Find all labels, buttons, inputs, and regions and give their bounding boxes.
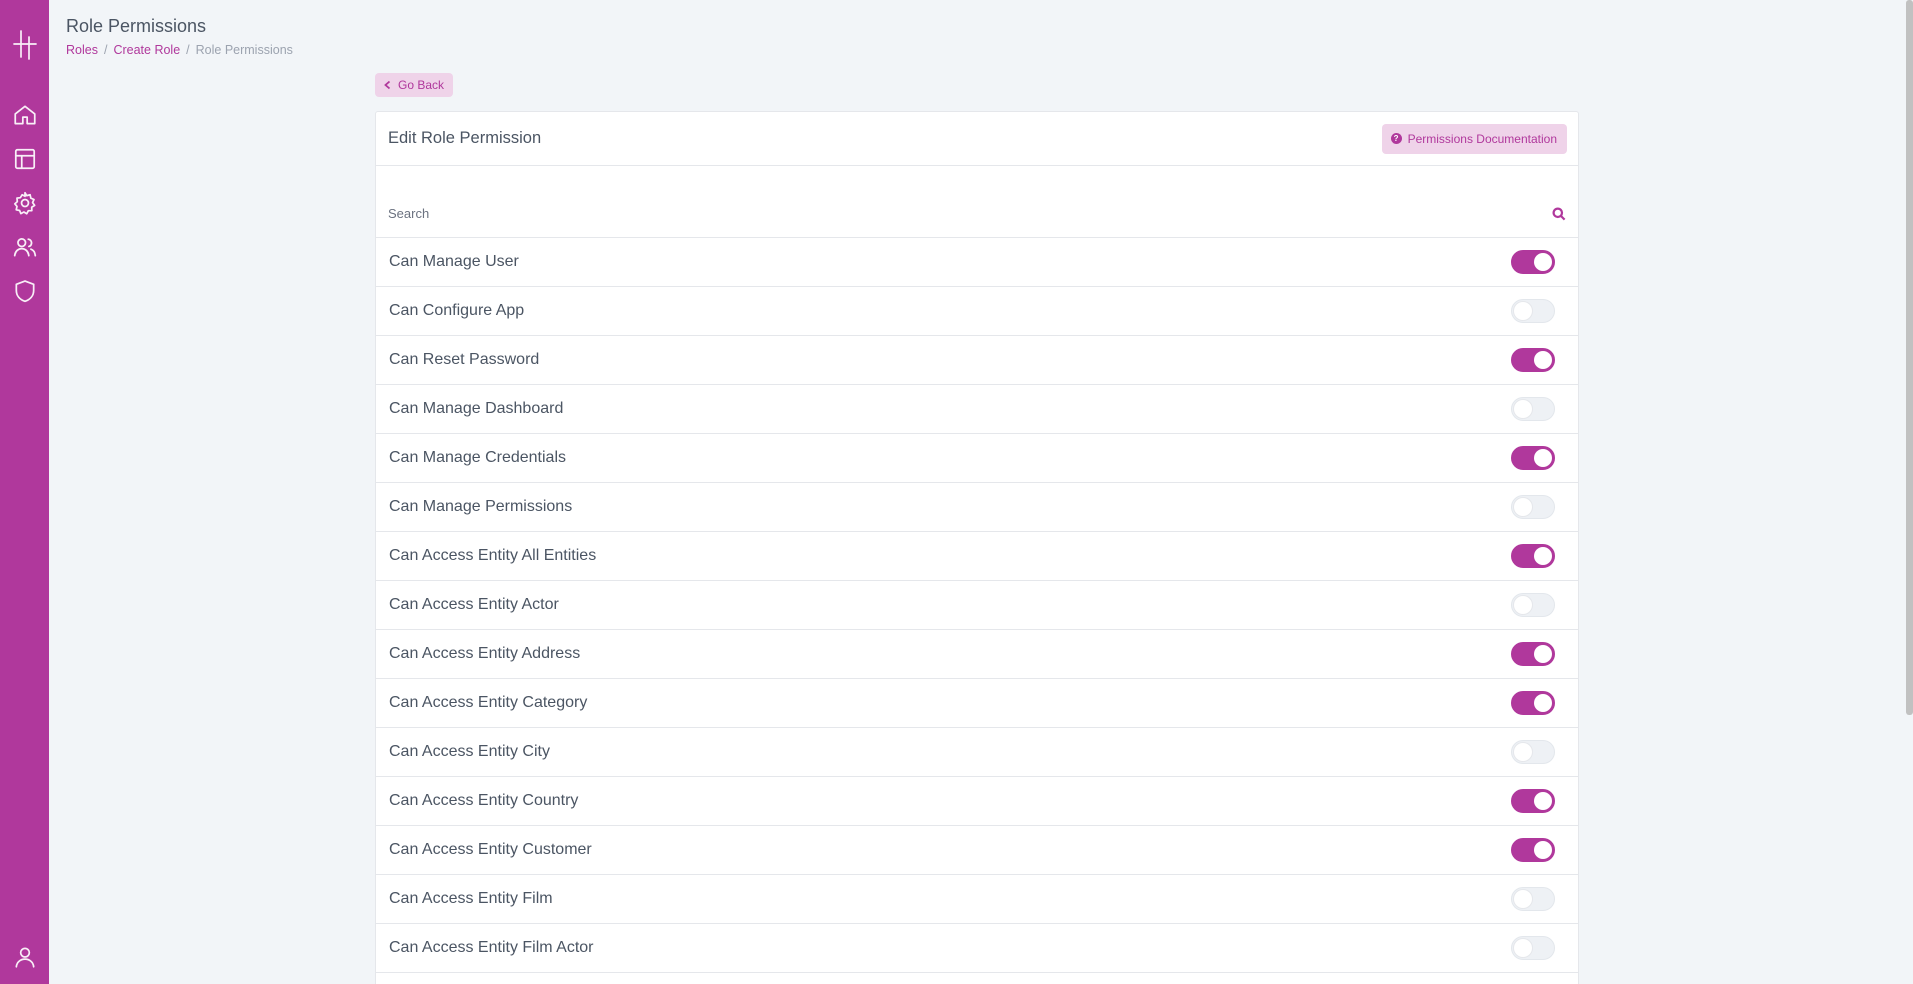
card-title: Edit Role Permission	[388, 129, 542, 147]
permission-toggle[interactable]	[1511, 446, 1555, 470]
toggle-knob	[1514, 302, 1532, 320]
toggle-knob	[1534, 645, 1552, 663]
toggle-knob	[1534, 351, 1552, 369]
permission-toggle[interactable]	[1511, 838, 1555, 862]
permissions-documentation-button[interactable]: ? Permissions Documentation	[1381, 123, 1567, 154]
permission-row: Can Access Entity Country	[376, 777, 1578, 826]
permission-row: Can Access Entity Customer	[376, 826, 1578, 875]
permission-label: Can Access Entity City	[389, 743, 550, 760]
breadcrumb: Roles / Create Role / Role Permissions	[66, 43, 293, 57]
breadcrumb-create-role-link[interactable]: Create Role	[113, 43, 180, 57]
toggle-knob	[1514, 939, 1532, 957]
breadcrumb-roles-link[interactable]: Roles	[66, 43, 98, 57]
permission-toggle[interactable]	[1511, 348, 1555, 372]
toggle-knob	[1534, 253, 1552, 271]
permission-row: Can Access Entity Address	[376, 630, 1578, 679]
shield-icon[interactable]	[12, 278, 38, 304]
permission-toggle[interactable]	[1511, 887, 1555, 911]
permission-label: Can Manage Dashboard	[389, 400, 564, 417]
app-logo[interactable]	[12, 28, 38, 60]
permission-toggle[interactable]	[1511, 789, 1555, 813]
toggle-knob	[1514, 743, 1532, 761]
page-scrollbar[interactable]	[1906, 0, 1913, 984]
permission-label: Can Reset Password	[389, 351, 540, 368]
scrollbar-thumb[interactable]	[1906, 0, 1913, 715]
permission-toggle[interactable]	[1511, 299, 1555, 323]
permission-toggle[interactable]	[1511, 495, 1555, 519]
go-back-label: Go Back	[398, 78, 445, 92]
permission-label: Can Access Entity Country	[389, 792, 579, 809]
toggle-knob	[1534, 841, 1552, 859]
permission-row: Can Access Entity Film Actor	[376, 924, 1578, 973]
toggle-knob	[1514, 596, 1532, 614]
permission-toggle[interactable]	[1511, 691, 1555, 715]
toggle-knob	[1514, 498, 1532, 516]
permission-row: Can Configure App	[376, 287, 1578, 336]
permission-toggle[interactable]	[1511, 936, 1555, 960]
breadcrumb-current: Role Permissions	[195, 43, 293, 57]
search-input[interactable]	[388, 206, 1552, 221]
question-circle-icon: ?	[1390, 133, 1402, 144]
permission-label: Can Manage Credentials	[389, 449, 566, 466]
toggle-knob	[1534, 449, 1552, 467]
chevron-left-icon	[384, 80, 391, 90]
permission-label: Can Access Entity All Entities	[389, 547, 597, 564]
breadcrumb-separator: /	[103, 43, 108, 57]
page-header: Role Permissions Roles / Create Role / Role …	[66, 16, 293, 57]
permissions-card: Edit Role Permission ? Permissions Docum…	[375, 111, 1579, 984]
table-icon[interactable]	[12, 146, 38, 172]
permission-label: Can Manage Permissions	[389, 498, 573, 515]
users-icon[interactable]	[12, 234, 38, 260]
permission-label: Can Access Entity Film	[389, 890, 553, 907]
page-title: Role Permissions	[66, 16, 207, 36]
breadcrumb-separator: /	[186, 43, 190, 57]
toggle-knob	[1514, 400, 1532, 418]
permission-row: Can Access Entity City	[376, 728, 1578, 777]
sidebar	[0, 0, 49, 984]
permission-row: Can Manage User	[376, 238, 1578, 287]
toggle-knob	[1534, 547, 1552, 565]
permission-label: Can Manage User	[389, 253, 519, 270]
search-bar	[376, 190, 1578, 238]
permission-row: Can Access Entity All Entities	[376, 532, 1578, 581]
permission-toggle[interactable]	[1511, 397, 1555, 421]
permission-toggle[interactable]	[1511, 250, 1555, 274]
permission-toggle[interactable]	[1511, 740, 1555, 764]
permission-label: Can Access Entity Actor	[389, 596, 559, 613]
permission-label: Can Access Entity Film Actor	[389, 939, 594, 956]
permission-row: Can Manage Dashboard	[376, 385, 1578, 434]
permission-row: Can Access Entity Category	[376, 679, 1578, 728]
permission-label: Can Access Entity Address	[389, 645, 581, 662]
permission-label: Can Access Entity Customer	[389, 841, 592, 858]
permission-row: Can Access Entity Film	[376, 875, 1578, 924]
card-header: Edit Role Permission ? Permissions Docum…	[376, 112, 1578, 166]
permission-label: Can Configure App	[389, 302, 525, 319]
permission-row: Can Manage Credentials	[376, 434, 1578, 483]
gear-icon[interactable]	[12, 190, 38, 216]
permission-toggle[interactable]	[1511, 642, 1555, 666]
user-icon[interactable]	[12, 944, 38, 970]
toggle-knob	[1514, 890, 1532, 908]
permission-toggle[interactable]	[1511, 593, 1555, 617]
home-icon[interactable]	[12, 102, 38, 128]
permission-label: Can Access Entity Category	[389, 694, 588, 711]
permission-list: Can Manage User Can Configure App Can Rese…	[376, 238, 1578, 973]
permissions-documentation-label: Permissions Documentation	[1407, 131, 1557, 146]
permission-row: Can Manage Permissions	[376, 483, 1578, 532]
permission-toggle[interactable]	[1511, 544, 1555, 568]
go-back-button[interactable]: Go Back	[375, 73, 454, 97]
toggle-knob	[1534, 792, 1552, 810]
toggle-knob	[1534, 694, 1552, 712]
permission-row: Can Reset Password	[376, 336, 1578, 385]
permission-row: Can Access Entity Actor	[376, 581, 1578, 630]
search-icon[interactable]	[1552, 207, 1566, 221]
